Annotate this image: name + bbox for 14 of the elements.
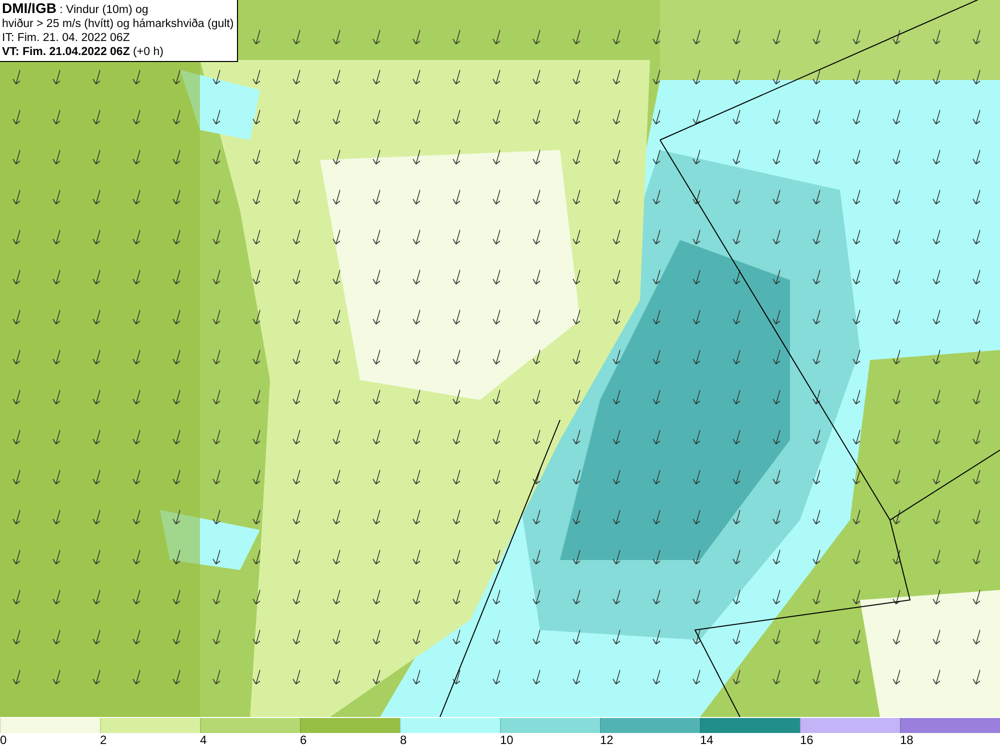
legend-label: 16 [800,733,814,747]
legend-label: 8 [400,733,407,747]
legend-label: 2 [100,733,107,747]
legend-label: 18 [900,733,914,747]
title-line: hviður > 25 m/s (hvítt) og hámarkshviða (gult) [2,17,234,31]
title-line: VT: Fim. 21.04.2022 06Z (+0 h) [2,45,164,59]
legend-label: 14 [700,733,714,747]
legend-label: 10 [500,733,514,747]
legend-label: 12 [600,733,614,747]
title-line: IT: Fim. 21. 04. 2022 06Z [2,31,131,45]
legend-label: 6 [300,733,307,747]
legend-label: 0 [0,733,7,747]
title-line: DMI/IGB : Vindur (10m) og [2,1,150,17]
legend-label: 4 [200,733,207,747]
